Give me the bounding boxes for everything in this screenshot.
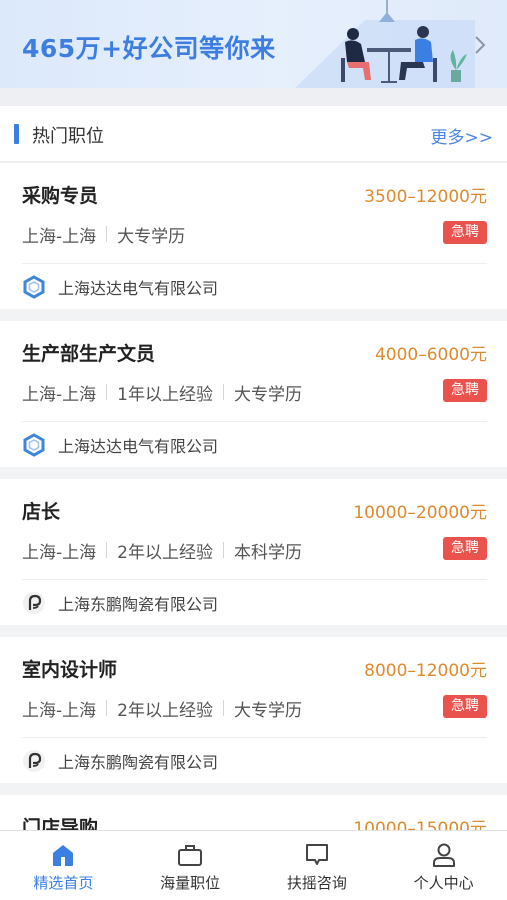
hot-jobs-header: 热门职位 更多>>: [0, 106, 507, 162]
job-title: 采购专员: [22, 185, 99, 207]
company-name: 上海东鹏陶瓷有限公司: [58, 595, 219, 614]
company-row[interactable]: 上海东鹏陶瓷有限公司: [22, 747, 218, 775]
tab-home[interactable]: 精选首页: [0, 831, 127, 900]
job-tags: 上海-上海 2年以上经验 大专学历: [22, 697, 302, 721]
company-row[interactable]: 上海达达电气有限公司: [22, 273, 218, 301]
job-title: 室内设计师: [22, 659, 118, 681]
job-experience: 2年以上经验: [117, 700, 213, 721]
urgent-badge: 急聘: [443, 221, 487, 244]
tag-divider: [222, 384, 224, 400]
chevron-right-icon[interactable]: [469, 30, 491, 60]
job-tags: 上海-上海 2年以上经验 本科学历: [22, 539, 302, 563]
card-divider: [22, 263, 487, 264]
more-link[interactable]: 更多>>: [431, 123, 494, 148]
section-gap: [0, 88, 507, 106]
tab-label: 精选首页: [33, 874, 94, 892]
company-name: 上海达达电气有限公司: [58, 437, 219, 456]
bottom-tabbar: 精选首页 海量职位 扶摇咨询 个人中心: [0, 830, 507, 900]
job-salary: 3500–12000元: [364, 187, 487, 207]
job-salary: 10000–15000元: [353, 819, 487, 830]
dongpeng-logo-icon: [23, 592, 45, 614]
section-accent-bar: [14, 124, 19, 144]
job-card[interactable]: 室内设计师 8000–12000元 上海-上海 2年以上经验 大专学历 急聘 上…: [0, 637, 507, 783]
job-education: 大专学历: [233, 700, 302, 721]
job-tags: 上海-上海 大专学历: [22, 223, 186, 247]
tab-label: 扶摇咨询: [286, 874, 347, 892]
tag-divider: [106, 542, 108, 558]
chat-icon: [305, 844, 328, 865]
section-title: 热门职位: [32, 126, 104, 147]
card-divider: [22, 579, 487, 580]
job-location: 上海-上海: [22, 226, 97, 247]
tag-divider: [222, 542, 224, 558]
dongpeng-logo-icon: [23, 750, 45, 772]
company-row[interactable]: 上海达达电气有限公司: [22, 431, 218, 459]
job-education: 大专学历: [233, 384, 302, 405]
job-experience: 2年以上经验: [117, 542, 213, 563]
job-card[interactable]: 门店导购 10000–15000元: [0, 795, 507, 830]
hexagon-logo-icon: [23, 275, 45, 299]
job-card[interactable]: 生产部生产文员 4000–6000元 上海-上海 1年以上经验 大专学历 急聘 …: [0, 321, 507, 467]
office-illustration: [295, 0, 475, 88]
tab-label: 个人中心: [413, 874, 474, 892]
top-banner[interactable]: 465万+好公司等你来: [0, 0, 507, 88]
job-education: 本科学历: [233, 542, 302, 563]
job-experience: 1年以上经验: [117, 384, 213, 405]
job-education: 大专学历: [117, 226, 186, 247]
urgent-badge: 急聘: [443, 379, 487, 402]
job-location: 上海-上海: [22, 384, 97, 405]
hexagon-logo-icon: [23, 433, 45, 457]
company-row[interactable]: 上海东鹏陶瓷有限公司: [22, 589, 218, 617]
job-title: 店长: [22, 501, 61, 523]
home-icon: [53, 845, 74, 866]
urgent-badge: 急聘: [443, 695, 487, 718]
tag-divider: [106, 384, 108, 400]
job-salary: 8000–12000元: [364, 661, 487, 681]
job-location: 上海-上海: [22, 700, 97, 721]
tab-profile[interactable]: 个人中心: [380, 831, 507, 900]
job-card[interactable]: 采购专员 3500–12000元 上海-上海 大专学历 急聘 上海达达电气有限公…: [0, 163, 507, 309]
urgent-badge: 急聘: [443, 537, 487, 560]
tab-consult[interactable]: 扶摇咨询: [254, 831, 381, 900]
banner-title: 465万+好公司等你来: [22, 34, 276, 63]
job-salary: 4000–6000元: [374, 345, 487, 365]
job-card[interactable]: 店长 10000–20000元 上海-上海 2年以上经验 本科学历 急聘 上海东…: [0, 479, 507, 625]
tab-label: 海量职位: [160, 874, 221, 892]
user-icon: [432, 843, 455, 867]
job-tags: 上海-上海 1年以上经验 大专学历: [22, 381, 302, 405]
company-name: 上海东鹏陶瓷有限公司: [58, 753, 219, 772]
job-salary: 10000–20000元: [353, 503, 487, 523]
job-location: 上海-上海: [22, 542, 97, 563]
job-title: 生产部生产文员: [22, 343, 156, 365]
card-divider: [22, 737, 487, 738]
tag-divider: [222, 700, 224, 716]
card-divider: [22, 421, 487, 422]
job-title: 门店导购: [22, 817, 99, 830]
briefcase-icon: [178, 845, 203, 866]
tag-divider: [106, 700, 108, 716]
company-name: 上海达达电气有限公司: [58, 279, 219, 298]
tab-jobs[interactable]: 海量职位: [127, 831, 254, 900]
tag-divider: [106, 226, 108, 242]
